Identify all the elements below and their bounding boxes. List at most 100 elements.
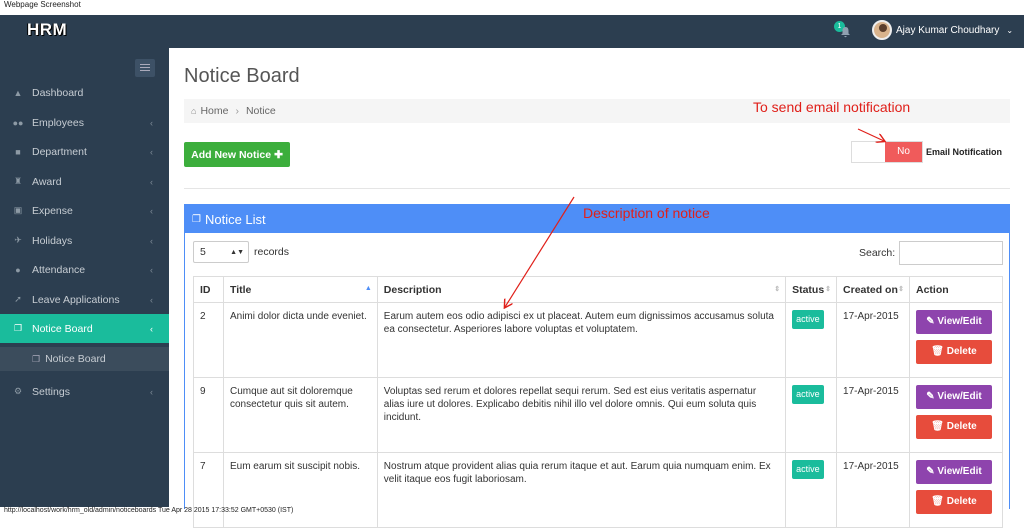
rocket-icon: ➚ bbox=[14, 294, 22, 304]
panel-title: Notice List bbox=[204, 211, 266, 227]
column-header-title[interactable]: Title ▲ bbox=[222, 276, 378, 303]
chevron-left-icon: ‹ bbox=[150, 264, 153, 275]
sidebar: ▲ Dashboard ●● Employees ‹ ■ Department … bbox=[0, 48, 169, 507]
view-edit-button[interactable]: ✎ View/Edit bbox=[915, 310, 992, 334]
cell-title: Cumque aut sit doloremque consectetur qu… bbox=[222, 377, 378, 453]
select-caret-icon: ▲▼ bbox=[230, 248, 244, 256]
column-header-description[interactable]: Description ⇕ bbox=[376, 276, 787, 303]
delete-button[interactable]: 🗑 Delete bbox=[915, 340, 992, 364]
trash-icon: 🗑 bbox=[931, 346, 944, 357]
users-icon: ●● bbox=[12, 117, 24, 128]
add-notice-label: Add New Notice bbox=[191, 148, 272, 161]
sort-icon: ⇕ bbox=[774, 286, 781, 293]
edit-icon: ✎ bbox=[926, 316, 935, 327]
sort-asc-icon: ▲ bbox=[364, 285, 372, 292]
dashboard-icon: ▲ bbox=[13, 87, 23, 98]
sidebar-item-settings[interactable]: ⚙ Settings ‹ bbox=[0, 377, 169, 406]
money-icon: ▣ bbox=[13, 205, 23, 215]
column-header-created[interactable]: Created on ⇕ bbox=[836, 276, 910, 303]
sidebar-item-label: Employees bbox=[32, 116, 84, 129]
sidebar-item-attendance[interactable]: ● Attendance ‹ bbox=[0, 255, 169, 284]
trash-icon: 🗑 bbox=[931, 421, 944, 432]
cell-action: ✎ View/Edit 🗑 Delete bbox=[908, 302, 1004, 378]
sidebar-item-label: Settings bbox=[32, 385, 70, 398]
add-new-notice-button[interactable]: Add New Notice ✚ bbox=[184, 142, 290, 167]
cell-id: 7 bbox=[193, 452, 224, 528]
annotation-email: To send email notification bbox=[753, 99, 911, 115]
sidebar-item-label: Leave Applications bbox=[32, 293, 120, 306]
trash-icon: 🗑 bbox=[931, 496, 944, 507]
annotation-description: Description of notice bbox=[583, 205, 710, 221]
copy-icon: ❐ bbox=[13, 323, 23, 333]
chevron-left-icon: ‹ bbox=[150, 386, 153, 397]
notification-bell[interactable]: 1 bbox=[834, 21, 854, 41]
cell-action: ✎ View/Edit 🗑 Delete bbox=[908, 377, 1004, 453]
cogs-icon: ⚙ bbox=[13, 386, 23, 396]
page-url-footer: http://localhost/work/hrm_old/admin/noti… bbox=[4, 507, 294, 514]
home-icon: ⌂ bbox=[191, 106, 197, 116]
cell-description: Nostrum atque provident alias quia rerum… bbox=[376, 452, 787, 528]
column-header-id[interactable]: ID bbox=[193, 276, 224, 303]
menu-toggle-icon[interactable] bbox=[135, 59, 155, 77]
records-select[interactable]: 5 ▲▼ bbox=[193, 241, 249, 263]
sidebar-item-dashboard[interactable]: ▲ Dashboard bbox=[0, 78, 169, 107]
sort-icon: ⇕ bbox=[825, 286, 832, 293]
cell-status: active bbox=[785, 302, 838, 378]
app-logo[interactable]: HRM bbox=[27, 20, 67, 40]
edit-icon: ✎ bbox=[926, 466, 935, 477]
status-badge: active bbox=[792, 460, 824, 479]
user-icon: ● bbox=[15, 264, 21, 275]
chevron-left-icon: ‹ bbox=[150, 176, 153, 187]
records-value: 5 bbox=[200, 246, 206, 258]
cell-status: active bbox=[785, 452, 838, 528]
chevron-left-icon: ‹ bbox=[150, 205, 153, 216]
cell-description: Earum autem eos odio adipisci ex ut plac… bbox=[376, 302, 787, 378]
notice-list-panel: ❐ Notice List 5 ▲▼ records Search: ID Ti… bbox=[184, 204, 1010, 528]
sidebar-item-label: Notice Board bbox=[32, 322, 93, 335]
chevron-left-icon: ‹ bbox=[150, 323, 153, 334]
cell-status: active bbox=[785, 377, 838, 453]
sidebar-item-label: Department bbox=[32, 145, 87, 158]
sidebar-item-notice-board[interactable]: ❐ Notice Board ‹ bbox=[0, 314, 169, 343]
sidebar-item-label: Expense bbox=[32, 204, 73, 217]
user-menu[interactable]: Ajay Kumar Choudhary ⌄ bbox=[872, 20, 1013, 40]
page-title: Notice Board bbox=[184, 65, 300, 87]
sidebar-item-employees[interactable]: ●● Employees ‹ bbox=[0, 108, 169, 137]
column-header-status[interactable]: Status ⇕ bbox=[785, 276, 838, 303]
copy-icon: ❐ bbox=[32, 353, 41, 364]
cell-title: Animi dolor dicta unde eveniet. bbox=[222, 302, 378, 378]
sidebar-item-holidays[interactable]: ✈ Holidays ‹ bbox=[0, 226, 169, 255]
breadcrumb-home[interactable]: Home bbox=[200, 105, 228, 117]
cell-created: 17-Apr-2015 bbox=[836, 377, 910, 453]
copy-icon: ❐ bbox=[192, 213, 201, 225]
email-notification-toggle[interactable]: No bbox=[851, 141, 923, 163]
sidebar-item-department[interactable]: ■ Department ‹ bbox=[0, 137, 169, 166]
records-control: 5 ▲▼ records bbox=[193, 241, 289, 263]
chevron-left-icon: ‹ bbox=[150, 117, 153, 128]
view-edit-button[interactable]: ✎ View/Edit bbox=[915, 460, 992, 484]
sidebar-item-award[interactable]: ♜ Award ‹ bbox=[0, 167, 169, 196]
breadcrumb-separator: › bbox=[235, 105, 239, 117]
notice-table: ID Title ▲ Description ⇕ Status ⇕ Created o… bbox=[193, 276, 1004, 528]
plus-icon: ✚ bbox=[274, 148, 283, 161]
status-badge: active bbox=[792, 385, 824, 404]
search-input[interactable] bbox=[899, 241, 1004, 265]
delete-button[interactable]: 🗑 Delete bbox=[915, 415, 992, 439]
sidebar-item-label: Attendance bbox=[32, 263, 86, 276]
sidebar-item-expense[interactable]: ▣ Expense ‹ bbox=[0, 196, 169, 225]
view-edit-button[interactable]: ✎ View/Edit bbox=[915, 385, 992, 409]
screenshot-caption: Webpage Screenshot bbox=[4, 0, 81, 9]
briefcase-icon: ■ bbox=[15, 146, 21, 157]
sidebar-item-leave-applications[interactable]: ➚ Leave Applications ‹ bbox=[0, 285, 169, 314]
toggle-state: No bbox=[885, 142, 922, 162]
search-label: Search: bbox=[859, 247, 896, 259]
delete-button[interactable]: 🗑 Delete bbox=[915, 490, 992, 514]
sidebar-item-label: Award bbox=[32, 175, 62, 188]
user-name: Ajay Kumar Choudhary bbox=[896, 24, 1000, 36]
cell-created: 17-Apr-2015 bbox=[836, 302, 910, 378]
cell-description: Voluptas sed rerum et dolores repellat s… bbox=[376, 377, 787, 453]
sidebar-item-label: Holidays bbox=[32, 234, 73, 247]
submenu-item-notice-board[interactable]: ❐ Notice Board bbox=[0, 347, 169, 371]
divider bbox=[184, 188, 1010, 189]
breadcrumb-current: Notice bbox=[245, 105, 276, 117]
